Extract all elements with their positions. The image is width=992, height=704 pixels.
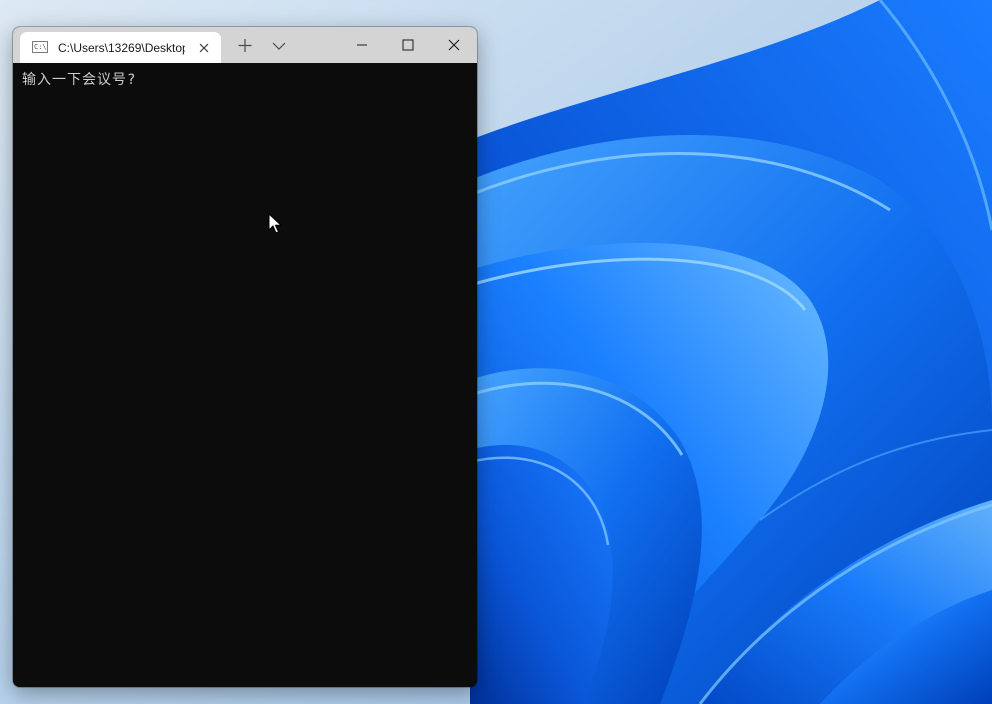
tab-console[interactable]: C:\ C:\Users\13269\Desktop <box>20 32 221 63</box>
console-prompt-line: 输入一下会议号? <box>22 72 137 88</box>
dropdown-button[interactable] <box>263 27 295 63</box>
console-icon-label: C:\ <box>34 43 47 51</box>
chevron-down-icon <box>272 42 286 50</box>
minimize-button[interactable] <box>339 27 385 63</box>
close-icon <box>199 43 209 53</box>
maximize-icon <box>402 39 414 51</box>
title-bar[interactable]: C:\ C:\Users\13269\Desktop <box>13 27 477 63</box>
console-output[interactable]: 输入一下会议号? <box>13 63 477 687</box>
close-icon <box>448 39 460 51</box>
tab-title: C:\Users\13269\Desktop <box>58 41 185 55</box>
minimize-icon <box>357 44 367 46</box>
terminal-window: C:\ C:\Users\13269\Desktop 输入一下会议号? <box>13 27 477 687</box>
maximize-button[interactable] <box>385 27 431 63</box>
desktop: C:\ C:\Users\13269\Desktop 输入一下会议号? <box>0 0 992 704</box>
close-tab-button[interactable] <box>196 40 212 56</box>
console-icon: C:\ <box>32 41 48 53</box>
close-window-button[interactable] <box>431 27 477 63</box>
mouse-cursor-icon <box>268 213 282 234</box>
new-tab-button[interactable] <box>229 27 261 63</box>
plus-icon <box>238 39 252 52</box>
